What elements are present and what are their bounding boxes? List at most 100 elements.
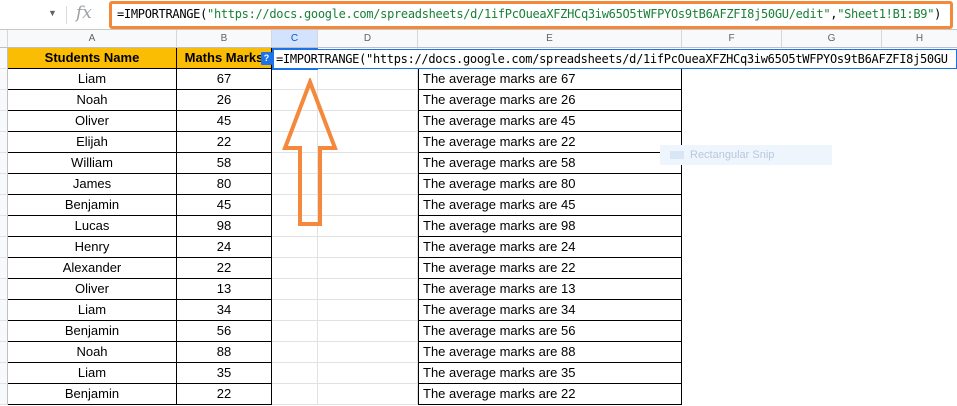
cell-empty[interactable] bbox=[272, 279, 318, 300]
cell-student-name[interactable]: Liam bbox=[8, 69, 177, 90]
cell-average-text[interactable]: The average marks are 35 bbox=[418, 363, 682, 384]
row-header[interactable] bbox=[0, 258, 8, 279]
cell-maths-marks[interactable]: 88 bbox=[177, 342, 272, 363]
row-header[interactable] bbox=[0, 153, 8, 174]
cell-student-name[interactable]: Liam bbox=[8, 363, 177, 384]
cell-student-name[interactable]: Benjamin bbox=[8, 195, 177, 216]
cell-editor[interactable]: =IMPORTRANGE("https://docs.google.com/sp… bbox=[274, 49, 957, 69]
column-header-h[interactable]: H bbox=[882, 30, 957, 47]
cell-average-text[interactable]: The average marks are 67 bbox=[418, 69, 682, 90]
header-maths-marks[interactable]: Maths Marks bbox=[177, 48, 272, 69]
column-header-f[interactable]: F bbox=[682, 30, 782, 47]
row-header[interactable] bbox=[0, 384, 8, 405]
cell-empty[interactable] bbox=[272, 342, 318, 363]
cell-average-text[interactable]: The average marks are 26 bbox=[418, 90, 682, 111]
snip-label: Rectangular Snip bbox=[690, 149, 775, 161]
cell-empty[interactable] bbox=[318, 321, 418, 342]
row-header[interactable] bbox=[0, 300, 8, 321]
cell-average-text[interactable]: The average marks are 13 bbox=[418, 279, 682, 300]
cell-empty[interactable] bbox=[318, 300, 418, 321]
cell-average-text[interactable]: The average marks are 45 bbox=[418, 111, 682, 132]
column-header-e[interactable]: E bbox=[418, 30, 682, 47]
cell-maths-marks[interactable]: 35 bbox=[177, 363, 272, 384]
cell-average-text[interactable]: The average marks are 56 bbox=[418, 321, 682, 342]
row-header[interactable] bbox=[0, 363, 8, 384]
cell-empty[interactable] bbox=[318, 342, 418, 363]
row-header[interactable] bbox=[0, 69, 8, 90]
chevron-down-icon[interactable]: ▼ bbox=[48, 8, 57, 18]
cell-student-name[interactable]: Noah bbox=[8, 90, 177, 111]
cell-student-name[interactable]: Lucas bbox=[8, 216, 177, 237]
cell-student-name[interactable]: Benjamin bbox=[8, 321, 177, 342]
cell-maths-marks[interactable]: 98 bbox=[177, 216, 272, 237]
cell-student-name[interactable]: Elijah bbox=[8, 132, 177, 153]
cell-average-text[interactable]: The average marks are 24 bbox=[418, 237, 682, 258]
cell-maths-marks[interactable]: 22 bbox=[177, 384, 272, 405]
formula-help-button[interactable]: ? bbox=[261, 52, 272, 65]
cell-maths-marks[interactable]: 34 bbox=[177, 300, 272, 321]
cell-maths-marks[interactable]: 22 bbox=[177, 258, 272, 279]
cell-student-name[interactable]: Oliver bbox=[8, 279, 177, 300]
row-header[interactable] bbox=[0, 195, 8, 216]
cell-average-text[interactable]: The average marks are 22 bbox=[418, 384, 682, 405]
formula-highlight-box bbox=[109, 1, 953, 29]
cell-empty[interactable] bbox=[272, 363, 318, 384]
cell-empty[interactable] bbox=[272, 384, 318, 405]
column-header-d[interactable]: D bbox=[318, 30, 418, 47]
cell-maths-marks[interactable]: 45 bbox=[177, 195, 272, 216]
cell-maths-marks[interactable]: 22 bbox=[177, 132, 272, 153]
cell-average-text[interactable]: The average marks are 88 bbox=[418, 342, 682, 363]
cell-average-text[interactable]: The average marks are 22 bbox=[418, 258, 682, 279]
cell-empty[interactable] bbox=[272, 300, 318, 321]
column-header-b[interactable]: B bbox=[177, 30, 272, 47]
row-header[interactable] bbox=[0, 216, 8, 237]
table-row: Liam 67 The average marks are 67 bbox=[0, 69, 957, 90]
row-header[interactable] bbox=[0, 342, 8, 363]
cell-maths-marks[interactable]: 45 bbox=[177, 111, 272, 132]
cell-average-text[interactable]: The average marks are 45 bbox=[418, 195, 682, 216]
cell-student-name[interactable]: Alexander bbox=[8, 258, 177, 279]
cell-average-text[interactable]: The average marks are 58 bbox=[418, 153, 682, 174]
row-header[interactable] bbox=[0, 90, 8, 111]
row-header[interactable] bbox=[0, 132, 8, 153]
row-header[interactable] bbox=[0, 48, 8, 69]
cell-maths-marks[interactable]: 80 bbox=[177, 174, 272, 195]
row-header[interactable] bbox=[0, 174, 8, 195]
column-header-a[interactable]: A bbox=[8, 30, 177, 47]
cell-student-name[interactable]: Benjamin bbox=[8, 384, 177, 405]
cell-maths-marks[interactable]: 24 bbox=[177, 237, 272, 258]
row-header[interactable] bbox=[0, 279, 8, 300]
cell-average-text[interactable]: The average marks are 98 bbox=[418, 216, 682, 237]
cell-empty[interactable] bbox=[318, 279, 418, 300]
cell-average-text[interactable]: The average marks are 80 bbox=[418, 174, 682, 195]
row-header[interactable] bbox=[0, 321, 8, 342]
cell-empty[interactable] bbox=[272, 258, 318, 279]
cell-maths-marks[interactable]: 67 bbox=[177, 69, 272, 90]
cell-student-name[interactable]: Noah bbox=[8, 342, 177, 363]
cell-maths-marks[interactable]: 58 bbox=[177, 153, 272, 174]
cell-empty[interactable] bbox=[272, 321, 318, 342]
column-header-c[interactable]: C bbox=[272, 30, 318, 47]
cell-maths-marks[interactable]: 56 bbox=[177, 321, 272, 342]
cell-maths-marks[interactable]: 13 bbox=[177, 279, 272, 300]
cell-average-text[interactable]: The average marks are 34 bbox=[418, 300, 682, 321]
cell-empty[interactable] bbox=[318, 258, 418, 279]
row-header[interactable] bbox=[0, 111, 8, 132]
cell-empty[interactable] bbox=[272, 237, 318, 258]
cell-empty[interactable] bbox=[318, 237, 418, 258]
table-row: Liam 34 The average marks are 34 bbox=[0, 300, 957, 321]
corner-select-all[interactable] bbox=[0, 30, 8, 47]
header-students-name[interactable]: Students Name bbox=[8, 48, 177, 69]
cell-empty[interactable] bbox=[318, 384, 418, 405]
cell-average-text[interactable]: The average marks are 22 bbox=[418, 132, 682, 153]
row-header[interactable] bbox=[0, 237, 8, 258]
cell-student-name[interactable]: Liam bbox=[8, 300, 177, 321]
cell-maths-marks[interactable]: 26 bbox=[177, 90, 272, 111]
column-header-bar: A B C D E F G H bbox=[0, 30, 957, 48]
cell-student-name[interactable]: William bbox=[8, 153, 177, 174]
cell-empty[interactable] bbox=[318, 363, 418, 384]
cell-student-name[interactable]: James bbox=[8, 174, 177, 195]
cell-student-name[interactable]: Henry bbox=[8, 237, 177, 258]
column-header-g[interactable]: G bbox=[782, 30, 882, 47]
cell-student-name[interactable]: Oliver bbox=[8, 111, 177, 132]
